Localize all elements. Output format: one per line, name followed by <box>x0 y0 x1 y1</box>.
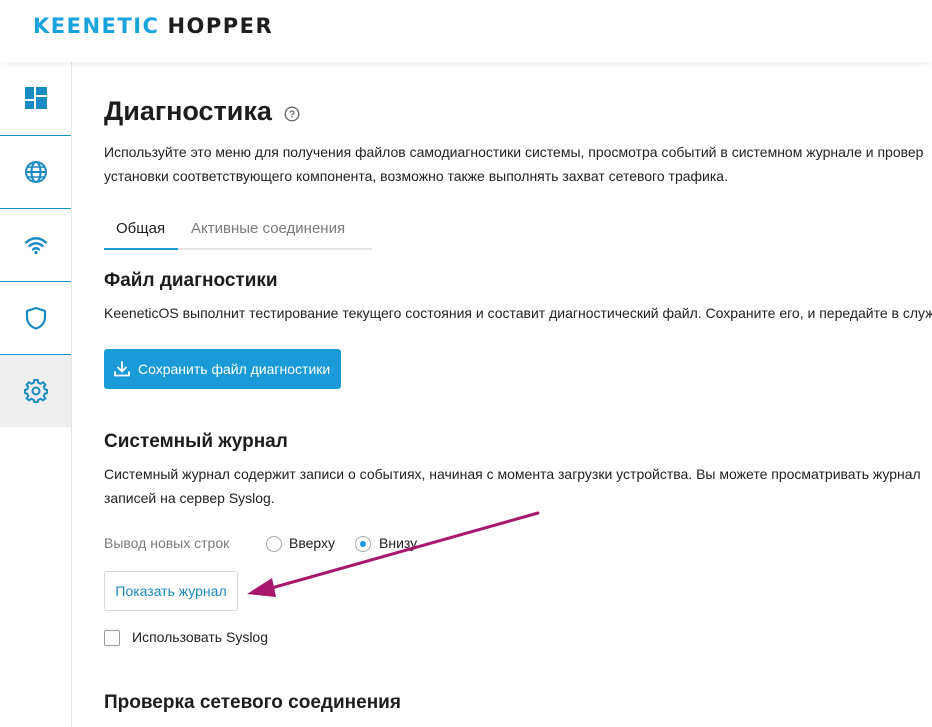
tab-active-connections[interactable]: Активные соединения <box>191 220 345 237</box>
question-circle-icon[interactable]: ? <box>284 106 300 122</box>
syslog-description-line2: записей на сервер Syslog. <box>104 490 275 506</box>
page-description-line2: установки соответствующего компонента, в… <box>104 168 728 184</box>
diag-file-description: KeeneticOS выполнит тестирование текущег… <box>104 301 932 325</box>
sidebar-item-settings[interactable] <box>0 355 71 427</box>
globe-icon <box>24 161 47 183</box>
page-description: Используйте это меню для получения файло… <box>104 140 932 188</box>
page-title: Диагностика <box>104 96 272 126</box>
page-description-line1: Используйте это меню для получения файло… <box>104 144 924 160</box>
top-bar: KEENETIC HOPPER <box>0 0 932 62</box>
show-log-button[interactable]: Показать журнал <box>104 571 238 611</box>
syslog-title: Системный журнал <box>104 431 288 452</box>
tab-bar: Общая Активные соединения <box>104 212 372 250</box>
syslog-description-line1: Системный журнал содержит записи о событ… <box>104 466 921 482</box>
save-diagnostics-button[interactable]: Сохранить файл диагностики <box>104 349 341 389</box>
sidebar-item-dashboard[interactable] <box>0 62 71 134</box>
radio-bottom[interactable] <box>355 536 371 552</box>
radio-top-label[interactable]: Вверху <box>289 535 335 551</box>
radio-top[interactable] <box>266 536 282 552</box>
active-tab-indicator <box>104 248 178 250</box>
logo-brand: KEENETIC <box>33 14 160 38</box>
sidebar <box>0 62 72 727</box>
save-diagnostics-label: Сохранить файл диагностики <box>138 361 331 377</box>
syslog-description: Системный журнал содержит записи о событ… <box>104 462 932 510</box>
dashboard-icon <box>24 87 47 109</box>
diag-file-title: Файл диагностики <box>104 270 278 291</box>
use-syslog-checkbox[interactable] <box>104 630 120 646</box>
output-direction-label: Вывод новых строк <box>104 535 230 551</box>
radio-bottom-label[interactable]: Внизу <box>379 535 417 551</box>
logo-product: HOPPER <box>167 14 274 38</box>
diag-file-description-text: KeeneticOS выполнит тестирование текущег… <box>104 305 932 321</box>
logo[interactable]: KEENETIC HOPPER <box>33 14 273 38</box>
sidebar-item-internet[interactable] <box>0 136 71 208</box>
download-icon <box>114 361 130 377</box>
output-direction-row: Вывод новых строк Вверху Внизу <box>104 534 524 554</box>
svg-text:?: ? <box>289 110 295 121</box>
shield-icon <box>25 306 46 330</box>
gear-icon <box>23 379 48 403</box>
use-syslog-label[interactable]: Использовать Syslog <box>132 629 268 645</box>
wifi-icon <box>24 237 47 255</box>
network-check-title: Проверка сетевого соединения <box>104 692 401 713</box>
sidebar-item-security[interactable] <box>0 282 71 354</box>
tab-general[interactable]: Общая <box>116 220 165 237</box>
sidebar-item-wifi[interactable] <box>0 209 71 281</box>
